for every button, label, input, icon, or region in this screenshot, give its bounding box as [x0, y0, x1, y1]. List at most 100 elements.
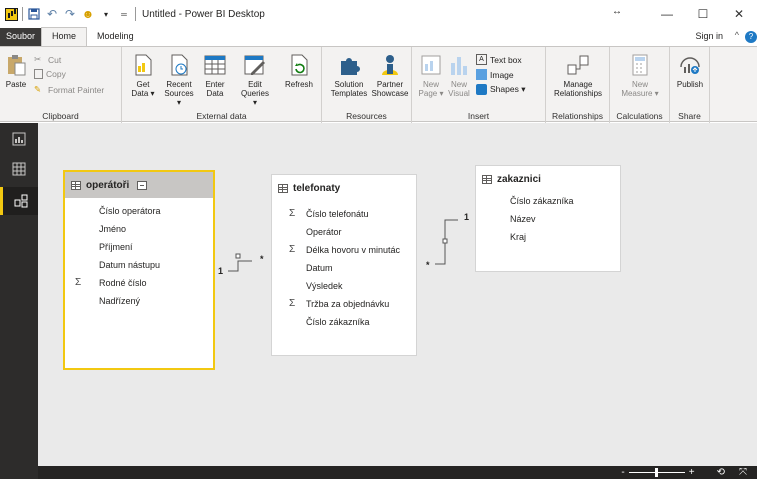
tab-modeling[interactable]: Modeling: [87, 28, 144, 46]
table-field[interactable]: Číslo zákazníka: [510, 196, 574, 206]
table-card-telefonaty[interactable]: telefonaty Σ Číslo telefonátu Operátor Σ Dél…: [271, 174, 417, 356]
sign-in-link[interactable]: Sign in: [695, 31, 723, 41]
new-measure-button[interactable]: New Measure ▾: [614, 53, 666, 98]
table-card-operatori[interactable]: operátoři Číslo operátora Jméno Příjmení Da…: [63, 170, 215, 370]
model-canvas[interactable]: 1 * * 1 operátoři Číslo operátora Jméno Př…: [38, 123, 757, 466]
table-field[interactable]: Výsledek: [306, 281, 343, 291]
cut-label: Cut: [48, 54, 62, 65]
close-button[interactable]: ✕: [721, 0, 757, 28]
recent-sources-label-1: Recent: [166, 80, 192, 89]
copy-button[interactable]: Copy: [34, 69, 66, 79]
recent-sources-button[interactable]: Recent Sources ▾: [162, 53, 196, 107]
report-view-icon: [12, 132, 26, 146]
sigma-icon: Σ: [289, 298, 296, 309]
relationship-one-label: 1: [464, 212, 470, 222]
zoom-in-button[interactable]: +: [689, 467, 695, 478]
table-header[interactable]: zakaznici: [476, 166, 620, 192]
image-button[interactable]: Image: [476, 69, 514, 80]
table-field[interactable]: Datum: [306, 263, 333, 273]
refresh-button[interactable]: Refresh: [282, 53, 316, 89]
reset-layout-icon[interactable]: ⟲: [717, 467, 725, 478]
relationship-line[interactable]: [228, 260, 252, 272]
window-title: Untitled - Power BI Desktop: [142, 8, 265, 20]
zoom-slider[interactable]: [628, 468, 685, 477]
relationship-connector[interactable]: [235, 253, 241, 259]
clipboard-group: Paste ✂ Cut Copy ✎ Format Painter Clipboar…: [0, 47, 122, 123]
table-field[interactable]: Jméno: [99, 224, 126, 234]
paintbrush-icon: ✎: [34, 84, 42, 94]
table-field[interactable]: Délka hovoru v minutác: [306, 245, 400, 255]
cut-button[interactable]: ✂ Cut: [34, 54, 61, 65]
maximize-button[interactable]: ☐: [685, 0, 721, 28]
table-field[interactable]: Tržba za objednávku: [306, 299, 389, 309]
solution-templates-button[interactable]: Solution Templates: [328, 53, 370, 98]
table-field[interactable]: Číslo operátora: [99, 206, 161, 216]
zoom-slider-thumb[interactable]: [654, 468, 658, 477]
format-painter-button[interactable]: ✎ Format Painter: [34, 84, 104, 95]
calculator-icon: [628, 53, 652, 77]
help-icon[interactable]: ?: [745, 31, 757, 43]
table-field[interactable]: Příjmení: [99, 242, 133, 252]
redo-icon[interactable]: ↷: [63, 7, 77, 21]
get-data-button[interactable]: Get Data ▾: [128, 53, 158, 98]
model-view-button[interactable]: [0, 187, 38, 215]
undo-icon[interactable]: ↶: [45, 7, 59, 21]
ribbon: Paste ✂ Cut Copy ✎ Format Painter Clipboar…: [0, 46, 757, 123]
table-card-zakaznici[interactable]: zakaznici Číslo zákazníka Název Kraj: [475, 165, 621, 272]
divider: [22, 7, 23, 21]
fit-to-page-icon[interactable]: ⤧: [739, 467, 747, 478]
manage-relationships-label-2: Relationships: [553, 89, 603, 98]
table-field[interactable]: Číslo telefonátu: [306, 209, 369, 219]
save-icon[interactable]: [27, 7, 41, 21]
table-field[interactable]: Datum nástupu: [99, 260, 160, 270]
collapse-icon[interactable]: [137, 180, 148, 190]
image-label: Image: [490, 69, 514, 80]
tab-file[interactable]: Soubor: [0, 28, 42, 46]
table-header[interactable]: telefonaty: [272, 175, 416, 201]
enter-data-label-2: Data: [206, 89, 224, 98]
shapes-button[interactable]: Shapes ▾: [476, 84, 525, 95]
table-field[interactable]: Kraj: [510, 232, 526, 242]
resources-group: Solution Templates Partner Showcase Reso…: [322, 47, 412, 123]
resize-arrows-icon[interactable]: ↔: [612, 6, 622, 17]
view-switcher: [0, 123, 38, 479]
minimize-button[interactable]: —: [649, 0, 685, 28]
table-field[interactable]: Operátor: [306, 227, 342, 237]
new-page-icon: [419, 53, 443, 77]
edit-queries-button[interactable]: Edit Queries ▾: [238, 53, 272, 107]
manage-relationships-button[interactable]: Manage Relationships: [548, 53, 608, 98]
bar-chart-icon: [447, 53, 471, 77]
customize-qat-icon[interactable]: ═: [117, 7, 131, 21]
data-view-button[interactable]: [0, 155, 38, 183]
status-bar: - + ⟲ ⤧: [38, 466, 757, 479]
relationship-connector[interactable]: [442, 238, 448, 244]
new-visual-label-2: Visual: [448, 89, 470, 98]
report-view-button[interactable]: [0, 125, 38, 153]
chevron-down-icon[interactable]: ▾: [99, 7, 113, 21]
table-field[interactable]: Název: [510, 214, 536, 224]
text-box-icon: A: [476, 54, 487, 65]
enter-data-button[interactable]: Enter Data: [202, 53, 228, 98]
enter-data-label-1: Enter: [205, 80, 225, 89]
table-field[interactable]: Číslo zákazníka: [306, 317, 370, 327]
tab-home[interactable]: Home: [41, 27, 88, 46]
new-page-button[interactable]: New Page ▾: [418, 53, 444, 98]
table-field[interactable]: Nadřízený: [99, 296, 140, 306]
window-controls: — ☐ ✕: [649, 0, 757, 28]
calculations-group: New Measure ▾ Calculations: [610, 47, 670, 123]
new-measure-label-1: New: [631, 80, 648, 89]
zoom-out-button[interactable]: -: [621, 467, 624, 478]
partner-showcase-label-2: Showcase: [371, 89, 409, 98]
new-visual-button[interactable]: New Visual: [446, 53, 472, 98]
publish-label: Publish: [676, 80, 704, 89]
publish-button[interactable]: Publish: [672, 53, 708, 89]
relationships-group-label: Relationships: [551, 111, 604, 121]
paste-button[interactable]: Paste: [3, 53, 29, 89]
partner-showcase-button[interactable]: Partner Showcase: [370, 53, 410, 98]
table-header[interactable]: operátoři: [65, 172, 213, 198]
text-box-button[interactable]: A Text box: [476, 54, 522, 65]
table-field[interactable]: Rodné číslo: [99, 278, 147, 288]
smiley-feedback-icon[interactable]: ☻: [81, 7, 95, 21]
table-name: telefonaty: [293, 182, 341, 194]
collapse-ribbon-icon[interactable]: ^: [735, 30, 739, 40]
